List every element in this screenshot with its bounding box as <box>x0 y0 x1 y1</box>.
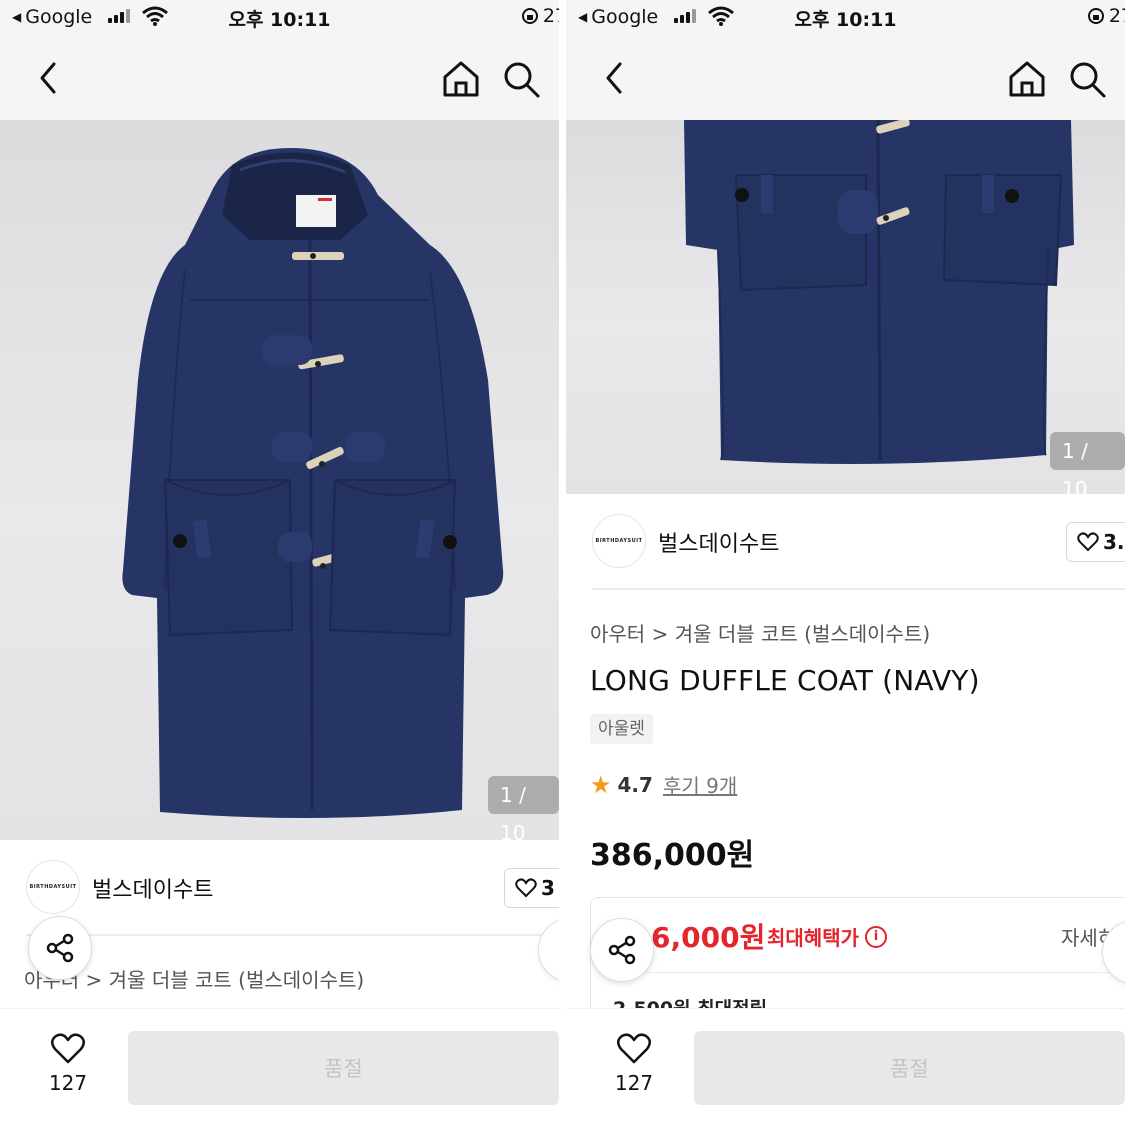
divider <box>592 588 1125 590</box>
like-button[interactable]: 127 <box>40 1033 96 1095</box>
like-count: 127 <box>48 1071 88 1095</box>
right-screenshot: ◀ Google 오후 10:11 27 <box>566 0 1125 1125</box>
benefit-label: 최대혜택가 <box>767 926 859 950</box>
battery-percent: 27 <box>1108 5 1125 27</box>
shop-logo[interactable]: BIRTHDAYSUIT <box>592 514 646 568</box>
battery-percent: 27 <box>542 5 559 27</box>
home-icon[interactable] <box>440 58 482 100</box>
product-image[interactable]: 1 / 10 <box>0 120 559 840</box>
top-nav <box>566 40 1125 120</box>
coat-photo <box>684 120 1074 464</box>
shop-row[interactable]: BIRTHDAYSUIT 벌스데이수트 3. <box>566 494 1125 590</box>
shop-wish-count: 3 <box>541 876 555 900</box>
shop-logo[interactable]: BIRTHDAYSUIT <box>26 860 80 914</box>
star-icon: ★ <box>590 770 612 799</box>
home-icon[interactable] <box>1006 58 1048 100</box>
back-arrow-icon[interactable] <box>30 58 70 98</box>
share-button[interactable] <box>28 916 92 980</box>
like-button[interactable]: 127 <box>606 1033 662 1095</box>
breadcrumb[interactable]: 아우터 > 겨울 더블 코트 (벌스데이수트) <box>590 618 930 647</box>
chevron-right-icon: > <box>651 622 675 646</box>
like-count: 127 <box>614 1071 654 1095</box>
shop-row[interactable]: BIRTHDAYSUIT 벌스데이수트 3 <box>0 840 559 936</box>
shop-name[interactable]: 벌스데이수트 <box>658 526 779 558</box>
panel-divider <box>559 0 566 1125</box>
shop-wish-button[interactable]: 3. <box>1066 522 1125 562</box>
benefit-divider <box>615 972 1125 973</box>
search-icon[interactable] <box>500 58 542 100</box>
soldout-button[interactable]: 품절 <box>694 1031 1125 1105</box>
rating-row: ★ 4.7 후기 9개 <box>590 770 737 799</box>
shop-logo-text: BIRTHDAYSUIT <box>29 884 77 890</box>
share-icon <box>608 935 636 965</box>
image-counter: 1 / 10 <box>1050 432 1125 494</box>
benefit-price: 6,000원 <box>651 921 766 954</box>
rating-score: 4.7 <box>617 772 653 797</box>
share-button[interactable] <box>590 918 654 982</box>
heart-icon <box>617 1033 651 1064</box>
battery-indicator: 27 <box>1087 5 1125 27</box>
status-bar: ◀ Google 오후 10:11 27 <box>0 0 559 40</box>
clock: 오후 10:11 <box>794 9 897 31</box>
review-link[interactable]: 후기 9개 <box>663 770 737 799</box>
image-counter: 1 / 10 <box>488 776 559 840</box>
shop-logo-text: BIRTHDAYSUIT <box>595 538 643 544</box>
rotation-lock-icon <box>1087 8 1104 24</box>
clock: 오후 10:11 <box>228 9 331 31</box>
back-arrow-icon[interactable] <box>596 58 636 98</box>
divider <box>26 934 559 936</box>
shop-wish-button[interactable]: 3 <box>504 868 559 908</box>
search-icon[interactable] <box>1066 58 1108 100</box>
top-nav <box>0 40 559 120</box>
coat-photo <box>122 148 504 819</box>
heart-icon <box>1077 532 1099 552</box>
heart-icon <box>515 878 537 898</box>
rotation-lock-icon <box>521 8 538 24</box>
shop-wish-count: 3. <box>1103 530 1125 554</box>
left-screenshot: ◀ Google 오후 10:11 27 <box>0 0 559 1125</box>
battery-indicator: 27 <box>521 5 559 27</box>
heart-icon <box>51 1033 85 1064</box>
outlet-tag: 아울렛 <box>590 714 653 744</box>
bottom-action-bar: 127 품절 <box>566 1008 1125 1125</box>
breadcrumb-category[interactable]: 아우터 <box>590 622 645 646</box>
bottom-action-bar: 127 품절 <box>0 1008 559 1125</box>
status-bar: ◀ Google 오후 10:11 27 <box>566 0 1125 40</box>
breadcrumb-subcategory[interactable]: 겨울 더블 코트 (벌스데이수트) <box>675 622 930 646</box>
shop-name[interactable]: 벌스데이수트 <box>92 872 213 904</box>
benefit-label-row[interactable]: 최대혜택가 i <box>767 922 887 951</box>
soldout-button[interactable]: 품절 <box>128 1031 559 1105</box>
product-price: 386,000원 <box>590 838 755 873</box>
product-title: LONG DUFFLE COAT (NAVY) <box>590 664 980 697</box>
share-icon <box>46 933 74 963</box>
product-image[interactable]: 1 / 10 <box>566 120 1125 494</box>
info-icon[interactable]: i <box>865 925 887 948</box>
